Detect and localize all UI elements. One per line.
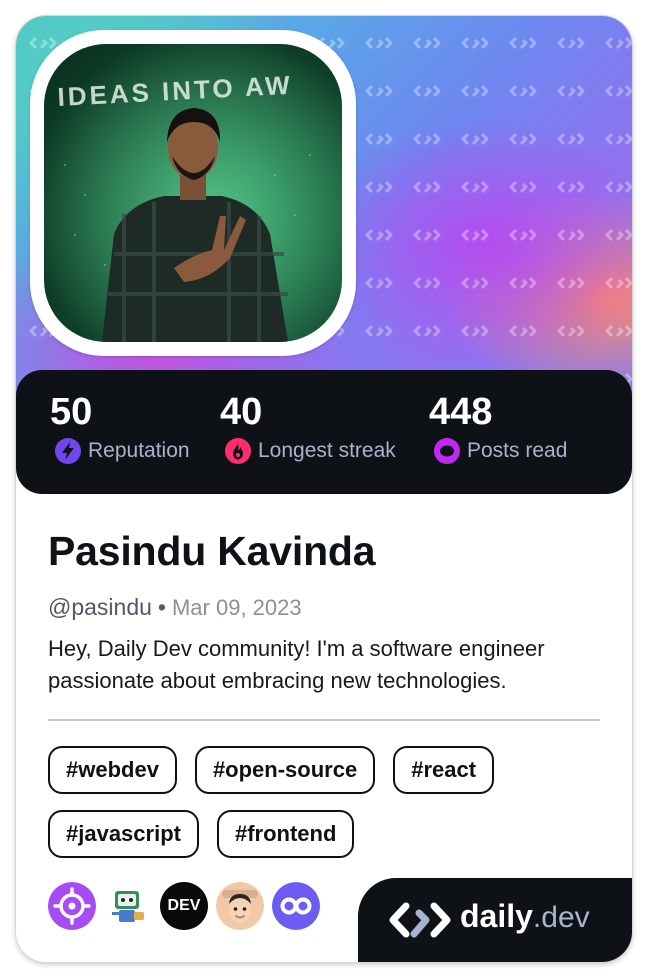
- daily-dev-logo-icon: [389, 902, 451, 938]
- tag-frontend[interactable]: #frontend: [216, 810, 355, 858]
- dev-squad-icon[interactable]: DEV: [160, 882, 208, 930]
- stat-posts-read: 448 Posts read: [429, 390, 567, 466]
- longest-streak-value: 40: [220, 391, 263, 433]
- daily-dev-wordmark: daily.dev: [460, 898, 590, 935]
- stat-longest-streak: 40 Longest streak: [220, 390, 396, 466]
- stats-bar: 50 Reputation 40 Longest streak 448 Post…: [16, 370, 632, 494]
- daily-dev-brand[interactable]: daily.dev: [358, 878, 632, 962]
- tag-open-source[interactable]: #open-source: [194, 746, 376, 794]
- devcard: IDEAS INTO AW 50 Reputation 40 Longest s…: [16, 16, 632, 962]
- avatar-photo: IDEAS INTO AW: [44, 44, 342, 342]
- meta-separator: •: [157, 594, 166, 620]
- cover-background: IDEAS INTO AW: [16, 16, 632, 396]
- profile-bio: Hey, Daily Dev community! I'm a software…: [48, 636, 545, 693]
- robot-squad-icon[interactable]: [104, 882, 152, 930]
- stat-reputation: 50 Reputation: [50, 390, 190, 466]
- tag-list: #webdev #open-source #react #javascript …: [48, 746, 608, 858]
- eye-icon: [434, 438, 460, 464]
- joined-date: Mar 09, 2023: [171, 595, 302, 620]
- reputation-label: Reputation: [88, 439, 190, 462]
- infinity-squad-icon[interactable]: [272, 882, 320, 930]
- posts-read-label: Posts read: [467, 439, 568, 462]
- posts-read-value: 448: [429, 391, 493, 433]
- tag-webdev[interactable]: #webdev: [48, 746, 177, 794]
- avatar: IDEAS INTO AW: [30, 30, 356, 356]
- tag-react[interactable]: #react: [393, 746, 495, 794]
- crosshair-squad-icon[interactable]: [48, 882, 96, 930]
- profile-handle: @pasindu: [48, 594, 152, 620]
- profile-meta: @pasindu • Mar 09, 2023: [48, 594, 302, 621]
- profile-name: Pasindu Kavinda: [48, 528, 376, 574]
- flame-icon: [225, 438, 251, 464]
- lightning-icon: [55, 438, 81, 464]
- memoji-squad-icon[interactable]: [216, 882, 264, 930]
- tag-javascript[interactable]: #javascript: [48, 810, 199, 858]
- dev-squad-label: DEV: [167, 897, 201, 914]
- reputation-value: 50: [50, 391, 93, 433]
- longest-streak-label: Longest streak: [258, 439, 396, 462]
- divider: [48, 719, 600, 721]
- avatar-illustration: IDEAS INTO AW: [44, 44, 342, 342]
- brand-suffix: .dev: [532, 901, 590, 934]
- brand-name: daily: [460, 898, 533, 934]
